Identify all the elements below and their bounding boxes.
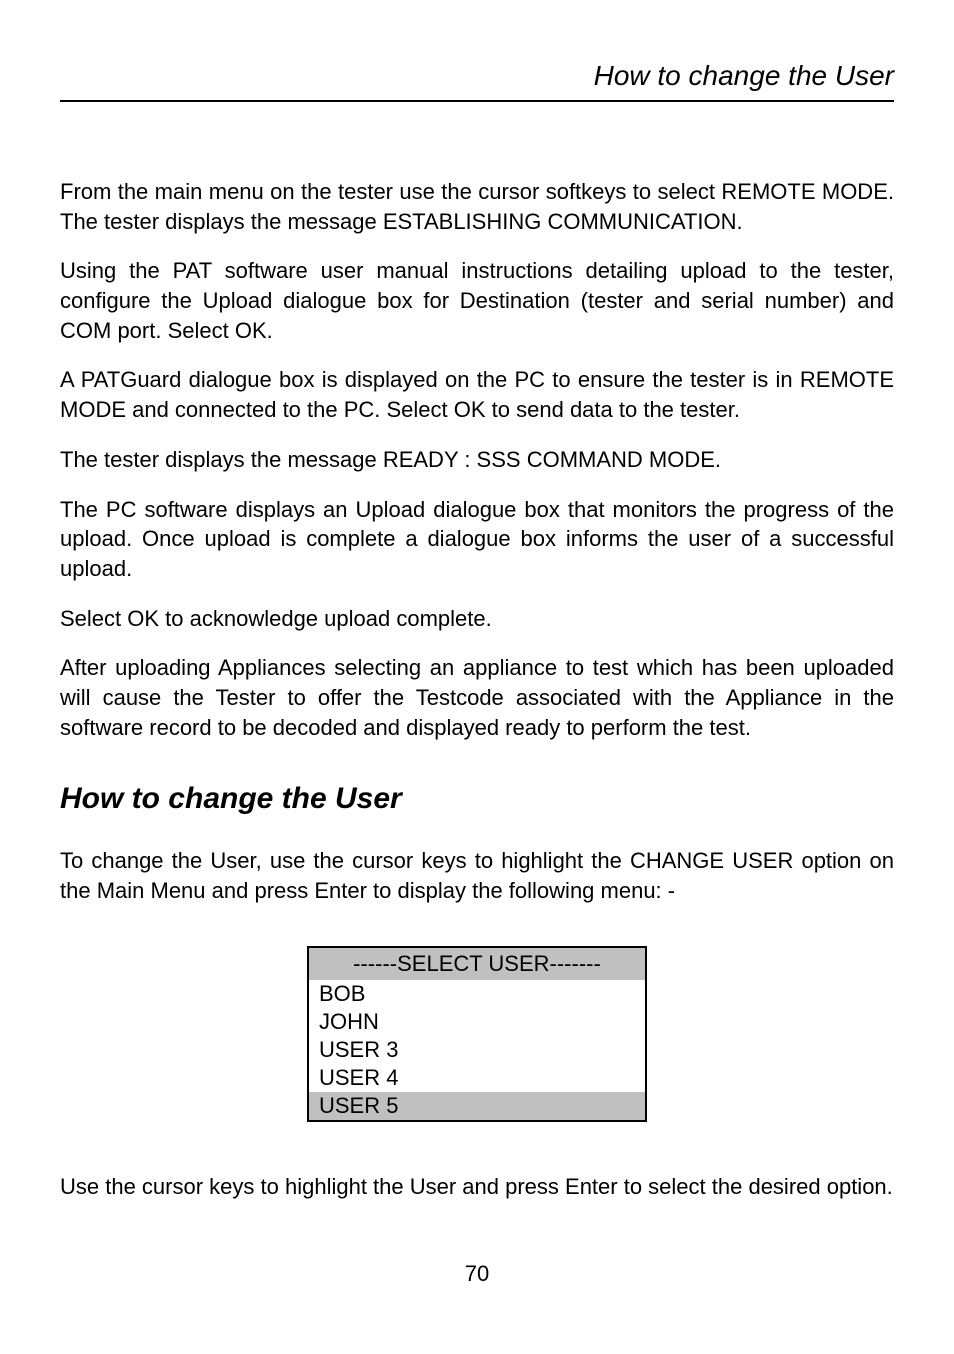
paragraph-5: The PC software displays an Upload dialo…: [60, 495, 894, 584]
paragraph-7: After uploading Appliances selecting an …: [60, 653, 894, 742]
section-heading: How to change the User: [60, 782, 894, 816]
select-user-menu: ------SELECT USER------- BOB JOHN USER 3…: [307, 946, 647, 1122]
paragraph-6: Select OK to acknowledge upload complete…: [60, 604, 894, 634]
section-outro: Use the cursor keys to highlight the Use…: [60, 1172, 894, 1202]
page-number: 70: [60, 1261, 894, 1287]
paragraph-4: The tester displays the message READY : …: [60, 445, 894, 475]
paragraph-1: From the main menu on the tester use the…: [60, 177, 894, 236]
menu-item-bob[interactable]: BOB: [309, 980, 645, 1008]
section-intro: To change the User, use the cursor keys …: [60, 846, 894, 905]
menu-item-user4[interactable]: USER 4: [309, 1064, 645, 1092]
paragraph-2: Using the PAT software user manual instr…: [60, 256, 894, 345]
menu-item-john[interactable]: JOHN: [309, 1008, 645, 1036]
paragraph-3: A PATGuard dialogue box is displayed on …: [60, 365, 894, 424]
menu-title: ------SELECT USER-------: [309, 948, 645, 980]
menu-item-user5[interactable]: USER 5: [309, 1092, 645, 1120]
header-title: How to change the User: [594, 60, 894, 91]
menu-item-user3[interactable]: USER 3: [309, 1036, 645, 1064]
page-header: How to change the User: [60, 60, 894, 102]
